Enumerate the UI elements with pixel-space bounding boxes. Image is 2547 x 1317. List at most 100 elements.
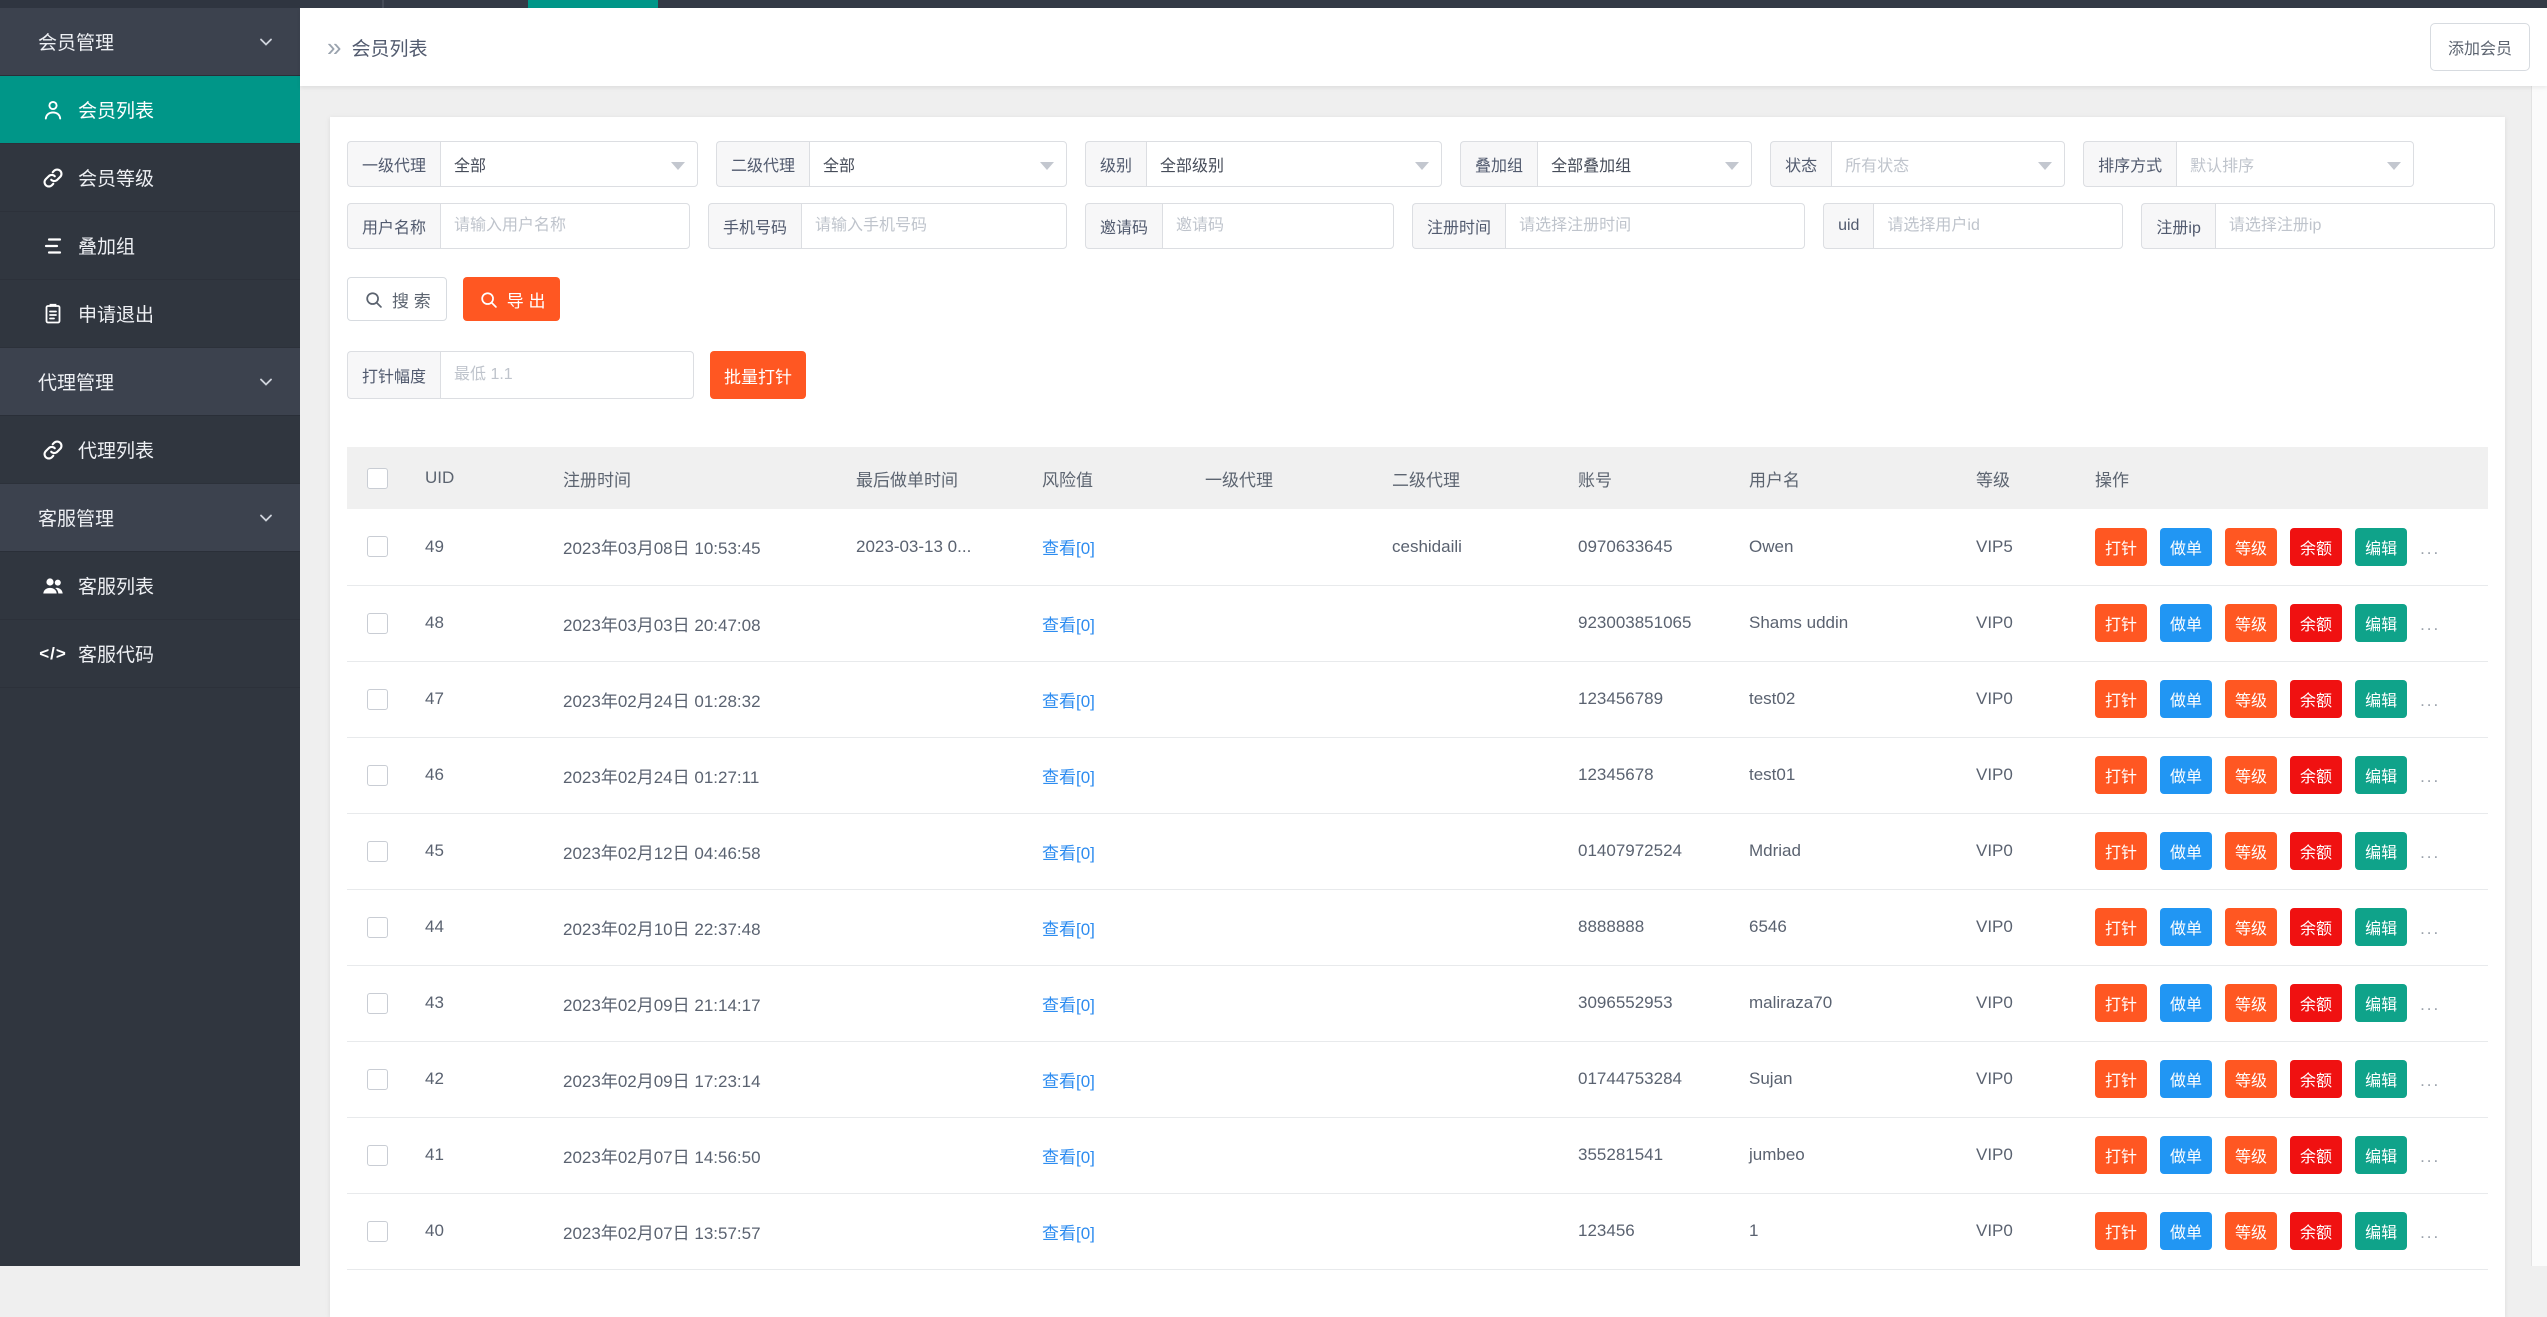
action-button-做单[interactable]: 做单 — [2160, 832, 2212, 870]
action-button-等级[interactable]: 等级 — [2225, 984, 2277, 1022]
action-button-余额[interactable]: 余额 — [2290, 832, 2342, 870]
search-button[interactable]: 搜 索 — [347, 277, 447, 321]
register-ip-input[interactable] — [2215, 203, 2495, 249]
more-actions-button[interactable]: ... — [2420, 1071, 2440, 1090]
more-actions-button[interactable]: ... — [2420, 539, 2440, 558]
action-button-余额[interactable]: 余额 — [2290, 1212, 2342, 1250]
action-button-编辑[interactable]: 编辑 — [2355, 832, 2407, 870]
action-button-做单[interactable]: 做单 — [2160, 528, 2212, 566]
action-button-打针[interactable]: 打针 — [2095, 908, 2147, 946]
uid-input[interactable] — [1873, 203, 2123, 249]
sidebar-item-apply-exit[interactable]: 申请退出 — [0, 280, 300, 348]
inject-range-input[interactable] — [440, 351, 694, 399]
row-checkbox[interactable] — [367, 841, 388, 862]
action-button-打针[interactable]: 打针 — [2095, 756, 2147, 794]
action-button-编辑[interactable]: 编辑 — [2355, 756, 2407, 794]
action-button-等级[interactable]: 等级 — [2225, 908, 2277, 946]
select-all-checkbox[interactable] — [367, 468, 388, 489]
sidebar-item-service-list[interactable]: 客服列表 — [0, 552, 300, 620]
row-checkbox[interactable] — [367, 1145, 388, 1166]
action-button-余额[interactable]: 余额 — [2290, 680, 2342, 718]
action-button-余额[interactable]: 余额 — [2290, 1060, 2342, 1098]
more-actions-button[interactable]: ... — [2420, 919, 2440, 938]
action-button-做单[interactable]: 做单 — [2160, 984, 2212, 1022]
risk-view-link[interactable]: 查看[0] — [1042, 1224, 1095, 1243]
batch-inject-button[interactable]: 批量打针 — [710, 351, 806, 399]
action-button-编辑[interactable]: 编辑 — [2355, 908, 2407, 946]
sidebar-item-member-level[interactable]: 会员等级 — [0, 144, 300, 212]
action-button-等级[interactable]: 等级 — [2225, 528, 2277, 566]
action-button-做单[interactable]: 做单 — [2160, 908, 2212, 946]
risk-view-link[interactable]: 查看[0] — [1042, 920, 1095, 939]
sidebar-item-service-management[interactable]: 客服管理 — [0, 484, 300, 552]
action-button-等级[interactable]: 等级 — [2225, 680, 2277, 718]
action-button-等级[interactable]: 等级 — [2225, 1136, 2277, 1174]
more-actions-button[interactable]: ... — [2420, 1223, 2440, 1242]
action-button-等级[interactable]: 等级 — [2225, 1060, 2277, 1098]
action-button-做单[interactable]: 做单 — [2160, 1136, 2212, 1174]
row-checkbox[interactable] — [367, 917, 388, 938]
action-button-打针[interactable]: 打针 — [2095, 1136, 2147, 1174]
register-time-input[interactable] — [1505, 203, 1805, 249]
action-button-做单[interactable]: 做单 — [2160, 604, 2212, 642]
action-button-编辑[interactable]: 编辑 — [2355, 1212, 2407, 1250]
row-checkbox[interactable] — [367, 993, 388, 1014]
more-actions-button[interactable]: ... — [2420, 767, 2440, 786]
risk-view-link[interactable]: 查看[0] — [1042, 768, 1095, 787]
filter-select-agent-level1[interactable]: 全部 — [440, 141, 698, 187]
invite-code-input[interactable] — [1162, 203, 1394, 249]
action-button-做单[interactable]: 做单 — [2160, 680, 2212, 718]
username-input[interactable] — [440, 203, 690, 249]
row-checkbox[interactable] — [367, 1069, 388, 1090]
action-button-编辑[interactable]: 编辑 — [2355, 1060, 2407, 1098]
action-button-打针[interactable]: 打针 — [2095, 528, 2147, 566]
action-button-打针[interactable]: 打针 — [2095, 604, 2147, 642]
row-checkbox[interactable] — [367, 1221, 388, 1242]
risk-view-link[interactable]: 查看[0] — [1042, 1072, 1095, 1091]
action-button-编辑[interactable]: 编辑 — [2355, 984, 2407, 1022]
risk-view-link[interactable]: 查看[0] — [1042, 692, 1095, 711]
more-actions-button[interactable]: ... — [2420, 995, 2440, 1014]
action-button-做单[interactable]: 做单 — [2160, 1212, 2212, 1250]
action-button-等级[interactable]: 等级 — [2225, 756, 2277, 794]
action-button-打针[interactable]: 打针 — [2095, 832, 2147, 870]
action-button-等级[interactable]: 等级 — [2225, 832, 2277, 870]
more-actions-button[interactable]: ... — [2420, 843, 2440, 862]
filter-select-status[interactable]: 所有状态 — [1831, 141, 2065, 187]
add-member-button[interactable]: 添加会员 — [2430, 23, 2530, 71]
action-button-余额[interactable]: 余额 — [2290, 528, 2342, 566]
action-button-余额[interactable]: 余额 — [2290, 984, 2342, 1022]
sidebar-item-agent-list[interactable]: 代理列表 — [0, 416, 300, 484]
action-button-编辑[interactable]: 编辑 — [2355, 1136, 2407, 1174]
action-button-余额[interactable]: 余额 — [2290, 604, 2342, 642]
filter-select-overlay-group[interactable]: 全部叠加组 — [1537, 141, 1752, 187]
risk-view-link[interactable]: 查看[0] — [1042, 1148, 1095, 1167]
action-button-等级[interactable]: 等级 — [2225, 1212, 2277, 1250]
sidebar-item-service-code[interactable]: </>客服代码 — [0, 620, 300, 688]
action-button-编辑[interactable]: 编辑 — [2355, 680, 2407, 718]
more-actions-button[interactable]: ... — [2420, 691, 2440, 710]
row-checkbox[interactable] — [367, 536, 388, 557]
scrollbar-track[interactable] — [2531, 86, 2547, 1266]
action-button-打针[interactable]: 打针 — [2095, 1212, 2147, 1250]
filter-select-level[interactable]: 全部级别 — [1146, 141, 1442, 187]
action-button-编辑[interactable]: 编辑 — [2355, 528, 2407, 566]
risk-view-link[interactable]: 查看[0] — [1042, 616, 1095, 635]
risk-view-link[interactable]: 查看[0] — [1042, 844, 1095, 863]
action-button-编辑[interactable]: 编辑 — [2355, 604, 2407, 642]
top-strip-active-tab[interactable] — [528, 0, 658, 8]
action-button-等级[interactable]: 等级 — [2225, 604, 2277, 642]
action-button-做单[interactable]: 做单 — [2160, 756, 2212, 794]
sidebar-item-agent-management[interactable]: 代理管理 — [0, 348, 300, 416]
action-button-打针[interactable]: 打针 — [2095, 1060, 2147, 1098]
action-button-打针[interactable]: 打针 — [2095, 680, 2147, 718]
export-button[interactable]: 导 出 — [463, 277, 561, 321]
filter-select-agent-level2[interactable]: 全部 — [809, 141, 1067, 187]
risk-view-link[interactable]: 查看[0] — [1042, 539, 1095, 558]
sidebar-item-member-list[interactable]: 会员列表 — [0, 76, 300, 144]
more-actions-button[interactable]: ... — [2420, 1147, 2440, 1166]
sidebar-item-overlay-group[interactable]: 叠加组 — [0, 212, 300, 280]
row-checkbox[interactable] — [367, 613, 388, 634]
action-button-余额[interactable]: 余额 — [2290, 756, 2342, 794]
action-button-打针[interactable]: 打针 — [2095, 984, 2147, 1022]
